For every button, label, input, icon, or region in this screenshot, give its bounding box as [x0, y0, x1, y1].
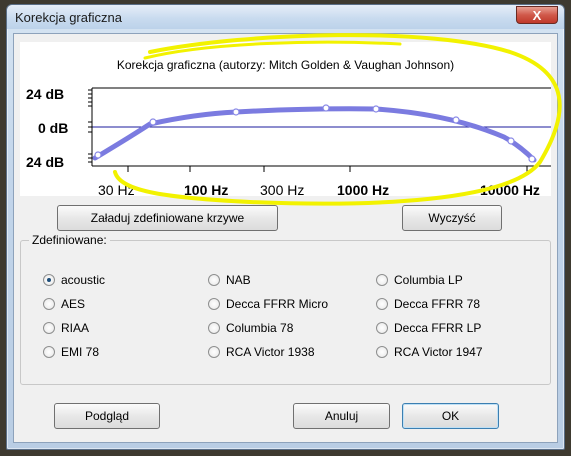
- radio-icon: [376, 346, 388, 358]
- freq-label-1000: 1000 Hz: [337, 182, 390, 198]
- eq-curve-points[interactable]: [94, 104, 536, 163]
- freq-axis-ticks: [127, 166, 528, 172]
- close-icon: X: [532, 7, 542, 23]
- freq-label-10000: 10000 Hz: [480, 182, 540, 198]
- preset-radio-decca-ffrr-lp[interactable]: Decca FFRR LP: [376, 321, 481, 335]
- db-axis-ticks: [88, 89, 92, 163]
- preset-radio-aes[interactable]: AES: [43, 297, 85, 311]
- freq-label-100: 100 Hz: [184, 182, 229, 198]
- load-curves-button[interactable]: Załaduj zdefiniowane krzywe: [57, 205, 278, 231]
- preset-label: Decca FFRR Micro: [226, 297, 329, 311]
- preset-label: RCA Victor 1938: [226, 345, 315, 359]
- preset-radio-rca-victor-1947[interactable]: RCA Victor 1947: [376, 345, 483, 359]
- preset-label: Decca FFRR 78: [394, 297, 481, 311]
- radio-icon: [376, 298, 388, 310]
- radio-icon: [208, 346, 220, 358]
- radio-icon: [43, 322, 55, 334]
- preset-radio-acoustic[interactable]: acoustic: [43, 273, 105, 287]
- dialog-client-area: Korekcja graficzna (autorzy: Mitch Golde…: [13, 33, 558, 443]
- close-button[interactable]: X: [516, 6, 558, 24]
- eq-graph[interactable]: [20, 42, 551, 196]
- preset-label: AES: [61, 297, 86, 311]
- preset-radio-decca-ffrr-78[interactable]: Decca FFRR 78: [376, 297, 480, 311]
- db-label-top: 24 dB: [26, 86, 65, 102]
- preset-label: RCA Victor 1947: [394, 345, 483, 359]
- radio-icon: [208, 274, 220, 286]
- eq-graph-panel[interactable]: Korekcja graficzna (autorzy: Mitch Golde…: [20, 42, 551, 198]
- freq-label-300: 300 Hz: [260, 182, 305, 198]
- freq-label-30: 30 Hz: [98, 182, 135, 198]
- preset-label: NAB: [226, 273, 251, 287]
- title-bar[interactable]: Korekcja graficzna X: [7, 5, 564, 29]
- presets-group: Zdefiniowane: acoustic AES RIAA EMI 78 N…: [20, 233, 551, 385]
- preset-label: Columbia 78: [226, 321, 294, 335]
- preset-label: acoustic: [61, 273, 106, 287]
- eq-curve[interactable]: [92, 106, 537, 163]
- preset-radio-nab[interactable]: NAB: [208, 273, 251, 287]
- radio-selected-icon: [43, 274, 55, 286]
- preset-label: RIAA: [61, 321, 90, 335]
- ok-button[interactable]: OK: [402, 403, 499, 429]
- window-title: Korekcja graficzna: [15, 10, 122, 25]
- cancel-button[interactable]: Anuluj: [293, 403, 390, 429]
- preset-label: Columbia LP: [394, 273, 463, 287]
- preset-radio-emi78[interactable]: EMI 78: [43, 345, 99, 359]
- presets-group-title: Zdefiniowane:: [29, 233, 110, 247]
- clear-button[interactable]: Wyczyść: [402, 205, 502, 231]
- preset-radio-rca-victor-1938[interactable]: RCA Victor 1938: [208, 345, 315, 359]
- preview-button[interactable]: Podgląd: [54, 403, 160, 429]
- preset-radio-riaa[interactable]: RIAA: [43, 321, 89, 335]
- preset-radio-decca-ffrr-micro[interactable]: Decca FFRR Micro: [208, 297, 328, 311]
- db-label-bottom: 24 dB: [26, 154, 65, 170]
- preset-label: Decca FFRR LP: [394, 321, 482, 335]
- radio-icon: [208, 298, 220, 310]
- radio-icon: [208, 322, 220, 334]
- radio-icon: [43, 298, 55, 310]
- db-label-zero: 0 dB: [38, 120, 69, 136]
- preset-radio-columbia-lp[interactable]: Columbia LP: [376, 273, 463, 287]
- radio-icon: [376, 322, 388, 334]
- dialog-window: Korekcja graficzna X Korekcja graficzna …: [6, 4, 565, 450]
- preset-radio-columbia-78[interactable]: Columbia 78: [208, 321, 293, 335]
- preset-label: EMI 78: [61, 345, 100, 359]
- radio-icon: [43, 346, 55, 358]
- radio-icon: [376, 274, 388, 286]
